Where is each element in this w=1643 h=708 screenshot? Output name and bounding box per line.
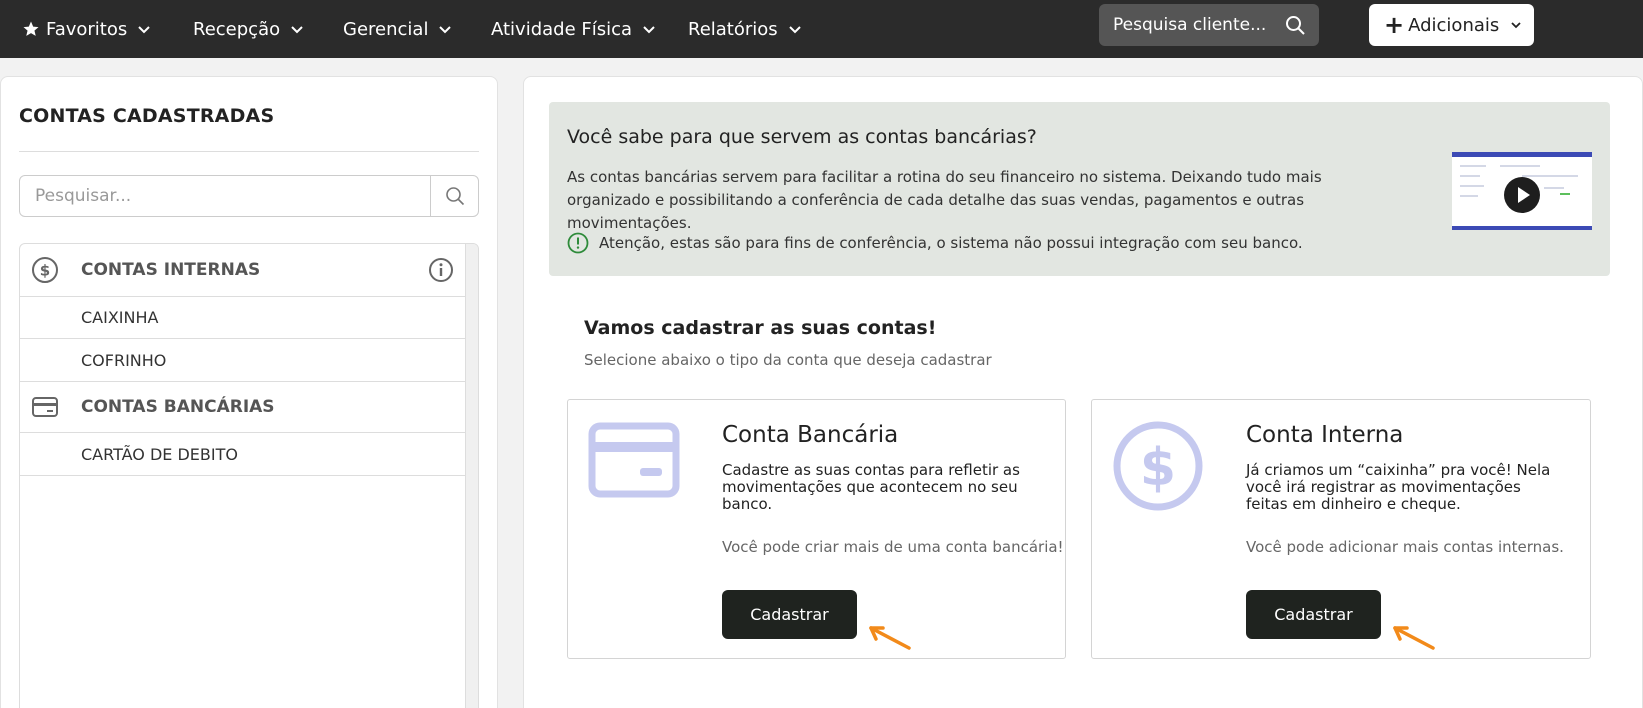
nav-relatorios[interactable]: Relatórios [688, 14, 802, 44]
accounts-panel: CONTAS CADASTRADAS $ CONTAS INTERNAS CAI… [0, 76, 498, 708]
adicionais-label: Adicionais [1408, 14, 1500, 36]
credit-card-icon [32, 397, 58, 417]
play-icon[interactable] [1504, 177, 1540, 213]
info-box: Você sabe para que servem as contas banc… [549, 102, 1610, 276]
cadastrar-conta-bancaria-button[interactable]: Cadastrar [722, 590, 857, 639]
account-item-cartao-de-debito[interactable]: CARTÃO DE DEBITO [20, 433, 466, 476]
info-title: Você sabe para que servem as contas banc… [567, 126, 1037, 148]
arrow-icon [869, 626, 911, 650]
thumb-line [1460, 195, 1478, 197]
client-search-input[interactable]: Pesquisa cliente... [1099, 4, 1319, 46]
nav-favoritos[interactable]: Favoritos [22, 14, 151, 44]
card-title: Conta Interna [1246, 422, 1404, 448]
accounts-search [19, 175, 479, 217]
card-note: Você pode criar mais de uma conta bancár… [722, 538, 1064, 556]
card-description: Cadastre as suas contas para refletir as… [722, 461, 1020, 513]
nav-favoritos-label: Favoritos [46, 18, 128, 40]
accounts-scrollbar[interactable] [465, 244, 478, 708]
nav-gerencial[interactable]: Gerencial [343, 14, 452, 44]
svg-text:$: $ [1140, 438, 1176, 498]
account-item-label: CARTÃO DE DEBITO [81, 444, 238, 464]
chevron-down-icon [788, 26, 801, 34]
thumb-line [1560, 193, 1570, 195]
account-item-label: CAIXINHA [81, 308, 159, 327]
info-icon[interactable] [428, 257, 454, 283]
info-description: As contas bancárias servem para facilita… [567, 168, 1322, 232]
account-item-caixinha[interactable]: CAIXINHA [20, 297, 466, 339]
thumb-line [1460, 175, 1480, 177]
arrow-icon [1393, 626, 1435, 650]
cadastrar-conta-interna-button[interactable]: Cadastrar [1246, 590, 1381, 639]
star-icon [23, 21, 39, 36]
accounts-list: $ CONTAS INTERNAS CAIXINHA COFRINHO CONT… [19, 243, 479, 708]
adicionais-button[interactable]: + Adicionais [1369, 4, 1534, 46]
search-icon[interactable] [1285, 15, 1305, 35]
chevron-down-icon [439, 26, 452, 34]
register-title: Vamos cadastrar as suas contas! [584, 317, 937, 339]
client-search-placeholder: Pesquisa cliente... [1113, 15, 1267, 35]
top-navbar: Favoritos Recepção Gerencial Atividade F… [0, 0, 1643, 58]
chevron-down-icon [291, 26, 303, 34]
nav-atividade-fisica-label: Atividade Física [491, 18, 633, 40]
accounts-search-input[interactable] [20, 176, 430, 216]
card-conta-bancaria: Conta Bancária Cadastre as suas contas p… [567, 399, 1066, 659]
nav-gerencial-label: Gerencial [343, 18, 429, 40]
thumb-line [1460, 185, 1484, 187]
info-warning-text: Atenção, estas são para fins de conferên… [599, 234, 1303, 252]
thumb-line [1522, 175, 1578, 177]
group-contas-internas-label: CONTAS INTERNAS [81, 260, 261, 280]
thumb-line [1500, 165, 1540, 167]
exclamation-circle-icon [567, 232, 589, 254]
chevron-down-icon [138, 26, 150, 34]
group-contas-internas[interactable]: $ CONTAS INTERNAS [20, 244, 466, 297]
group-contas-bancarias[interactable]: CONTAS BANCÁRIAS [20, 382, 466, 433]
main-panel: Você sabe para que servem as contas banc… [523, 76, 1643, 708]
credit-card-icon [588, 422, 680, 498]
card-description: Já criamos um “caixinha” pra você! Nela … [1246, 461, 1551, 513]
accounts-title: CONTAS CADASTRADAS [19, 105, 275, 127]
nav-atividade-fisica[interactable]: Atividade Física [491, 14, 656, 44]
nav-recepcao[interactable]: Recepção [193, 14, 304, 44]
nav-relatorios-label: Relatórios [688, 18, 778, 40]
account-item-cofrinho[interactable]: COFRINHO [20, 339, 466, 382]
chevron-down-icon [1511, 22, 1521, 29]
thumb-line [1544, 187, 1564, 189]
chevron-down-icon [643, 26, 655, 34]
plus-icon: + [1384, 11, 1405, 39]
account-item-label: COFRINHO [81, 350, 167, 370]
group-contas-bancarias-label: CONTAS BANCÁRIAS [81, 397, 275, 417]
info-warning: Atenção, estas são para fins de conferên… [567, 232, 1303, 254]
card-conta-interna: $ Conta Interna Já criamos um “caixinha”… [1091, 399, 1591, 659]
register-subtitle: Selecione abaixo o tipo da conta que des… [584, 351, 992, 369]
dollar-circle-icon: $ [32, 257, 58, 283]
video-thumbnail[interactable] [1452, 152, 1592, 230]
card-note: Você pode adicionar mais contas internas… [1246, 538, 1564, 556]
search-icon [445, 187, 464, 206]
divider [19, 151, 479, 152]
thumb-line [1460, 165, 1486, 167]
svg-text:$: $ [40, 262, 50, 280]
accounts-search-button[interactable] [430, 176, 478, 216]
dollar-circle-icon: $ [1113, 421, 1203, 511]
card-title: Conta Bancária [722, 422, 899, 448]
nav-recepcao-label: Recepção [193, 18, 281, 40]
